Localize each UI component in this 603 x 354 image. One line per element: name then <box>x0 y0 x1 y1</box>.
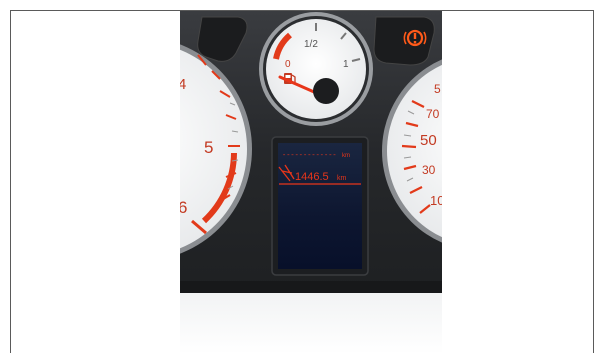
odometer-value: 1446.5 <box>295 171 329 183</box>
odometer-unit: km <box>337 175 347 182</box>
tach-label-4: 4 <box>180 76 186 93</box>
fuel-label-full: 1 <box>343 59 349 70</box>
tach-label-5: 5 <box>204 138 213 157</box>
speed-label-70: 70 <box>426 107 440 121</box>
white-background <box>180 293 442 354</box>
fuel-gauge: 1/2 0 1 <box>259 12 373 126</box>
speed-label-50: 50 <box>420 132 437 149</box>
display-dashes: ------------- <box>282 152 337 160</box>
speed-label-30: 30 <box>422 163 436 177</box>
multifunction-display: ------------- km 1446.5 km <box>271 136 369 276</box>
speed-label-5: 5 <box>434 82 441 96</box>
dashboard-photo: 4 5 6 5 70 50 30 10 1/2 0 1 ------------… <box>180 11 442 354</box>
needle-hub <box>313 78 339 104</box>
instrument-cluster: 4 5 6 5 70 50 30 10 1/2 0 1 ------------… <box>180 11 442 354</box>
fuel-label-half: 1/2 <box>304 39 318 50</box>
tach-label-6: 6 <box>180 198 187 217</box>
speed-label-10: 10 <box>430 193 442 208</box>
display-unit-top: km <box>342 153 350 159</box>
fuel-label-empty: 0 <box>285 59 291 70</box>
